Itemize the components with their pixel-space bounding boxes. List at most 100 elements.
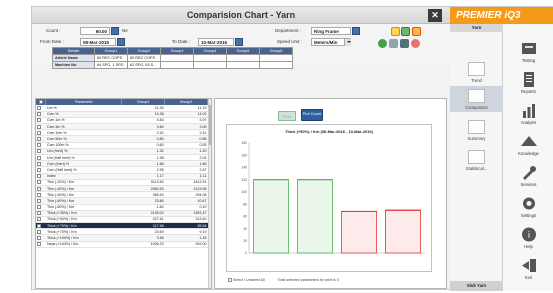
department-input[interactable]: Ring Frame	[311, 27, 351, 35]
header-checkbox[interactable]	[38, 100, 43, 104]
row-checkbox[interactable]	[37, 118, 41, 123]
print-button[interactable]: Print	[278, 111, 296, 121]
lock-icon[interactable]	[391, 27, 400, 36]
trend-icon	[468, 62, 485, 76]
row-checkbox[interactable]	[37, 242, 41, 247]
parameter-panel: Parameter Group1 Group2 Um % 11.94 11.19 Cv…	[35, 98, 212, 289]
count-label: Count :	[46, 28, 61, 33]
from-date-calendar-icon[interactable]	[117, 38, 125, 46]
print-icon[interactable]	[400, 39, 409, 48]
nav-reports[interactable]: Reports	[503, 71, 553, 94]
select-all-label[interactable]: Select / Unselect All	[233, 278, 265, 282]
group1-value-cell: 1006.23	[121, 241, 165, 248]
sidebar-item-trend[interactable]: Trend	[450, 60, 503, 84]
y-tick-label: 80	[243, 202, 247, 206]
chart-bar[interactable]	[341, 211, 378, 254]
nav-settings[interactable]: Settings	[503, 195, 553, 218]
exit-icon	[521, 259, 536, 272]
right-sidebar: PREMIER iQ3 Yarn Trend Comparison Summar…	[450, 7, 553, 291]
statistical-icon	[468, 150, 485, 164]
row-checkbox[interactable]	[37, 205, 41, 210]
row-checkbox[interactable]	[37, 161, 41, 166]
y-tick-label: 180	[241, 141, 247, 145]
row-checkbox[interactable]	[37, 124, 41, 129]
clear-icon[interactable]	[389, 39, 398, 48]
count-input[interactable]: 60.00	[80, 27, 110, 35]
speed-unit-label: Speed Unit :	[277, 39, 302, 44]
parameter-scrollbar[interactable]	[208, 99, 211, 288]
nav-label: Reports	[521, 89, 536, 94]
count-unit: Ne	[122, 28, 128, 33]
chart-bar[interactable]	[297, 179, 334, 254]
row-checkbox-cell[interactable]	[36, 241, 46, 248]
svg-text:i: i	[527, 231, 530, 241]
reports-icon	[523, 72, 534, 87]
from-date-input[interactable]: 08-Mar-2016	[80, 38, 116, 46]
nav-help[interactable]: i Help	[503, 226, 553, 249]
row-checkbox[interactable]	[37, 149, 41, 154]
row-checkbox[interactable]	[37, 236, 41, 241]
row-checkbox[interactable]	[37, 192, 41, 197]
summary-cell: Article Name	[52, 54, 95, 62]
row-checkbox[interactable]	[37, 155, 41, 160]
chart-bar[interactable]	[384, 209, 421, 254]
help-icon: i	[521, 227, 536, 242]
summary-cell: 62 SPG, 63 S...	[127, 61, 161, 69]
ok-icon[interactable]	[378, 39, 387, 48]
sidebar-item-summary[interactable]: Summary	[450, 118, 503, 144]
knowledge-icon	[520, 136, 537, 146]
nav-analysis[interactable]: Analysis	[503, 102, 553, 125]
row-checkbox[interactable]	[37, 217, 41, 222]
nav-services[interactable]: Services	[503, 164, 553, 187]
row-checkbox[interactable]	[37, 112, 41, 117]
summary-header-cell: Group3	[160, 47, 194, 55]
summary-cell	[226, 54, 260, 62]
summary-cell: Machine No	[52, 61, 95, 69]
row-checkbox[interactable]	[37, 223, 41, 228]
title-bar: Comparision Chart - Yarn ✕	[32, 7, 450, 24]
to-date-input[interactable]: 10-Mar-2016	[198, 38, 234, 46]
scrollbar-thumb[interactable]	[209, 105, 211, 145]
department-picker-button[interactable]	[352, 27, 360, 35]
to-date-calendar-icon[interactable]	[235, 38, 243, 46]
user-add-icon[interactable]	[401, 27, 410, 36]
select-all-checkbox[interactable]	[228, 278, 232, 283]
row-checkbox[interactable]	[37, 130, 41, 135]
row-checkbox[interactable]	[37, 105, 41, 110]
wrench-icon	[522, 166, 536, 180]
nav-label: Settings	[520, 213, 537, 218]
y-tick-label: 160	[241, 153, 247, 157]
row-checkbox[interactable]	[37, 229, 41, 234]
sidebar-item-label: Statistical...	[465, 166, 488, 171]
summary-cell: 60 REC COPS	[127, 54, 161, 62]
chart-footer: Select / Unselect All Total selected par…	[228, 278, 339, 283]
gear-icon	[522, 197, 535, 210]
summary-cell	[193, 61, 227, 69]
chevron-down-icon[interactable]	[344, 38, 351, 46]
sidebar-footer[interactable]: Slub Yarn	[450, 281, 503, 291]
sidebar-item-statistical[interactable]: Statistical...	[450, 148, 503, 174]
sidebar-item-comparison[interactable]: Comparison	[450, 86, 503, 112]
search-icon[interactable]	[411, 39, 420, 48]
row-checkbox[interactable]	[37, 174, 41, 179]
nav-exit[interactable]: Exit	[503, 257, 553, 280]
row-checkbox[interactable]	[37, 137, 41, 142]
comparison-icon	[468, 89, 485, 103]
row-checkbox[interactable]	[37, 143, 41, 148]
chart-bar[interactable]	[252, 179, 290, 254]
table-row[interactable]: Neps (+140%) / Km 1006.23 942.00	[36, 241, 208, 248]
row-checkbox[interactable]	[37, 211, 41, 216]
plot-count-button[interactable]: Plot Count	[301, 109, 323, 121]
count-picker-button[interactable]	[111, 27, 119, 35]
row-checkbox[interactable]	[37, 180, 41, 185]
nav-testing[interactable]: Testing	[503, 40, 553, 63]
close-button[interactable]: ✕	[428, 9, 442, 22]
chart-type-menu: Yarn Trend Comparison Summary Statistica…	[450, 24, 503, 291]
row-checkbox[interactable]	[37, 167, 41, 172]
row-checkbox[interactable]	[37, 186, 41, 191]
nav-label: Knowledge	[518, 151, 539, 156]
row-checkbox[interactable]	[37, 198, 41, 203]
nav-knowledge[interactable]: Knowledge	[503, 133, 553, 156]
summary-header-row: Details Group1 Group2 Group3 Group4 Grou…	[52, 47, 293, 55]
export-icon[interactable]	[412, 27, 421, 36]
